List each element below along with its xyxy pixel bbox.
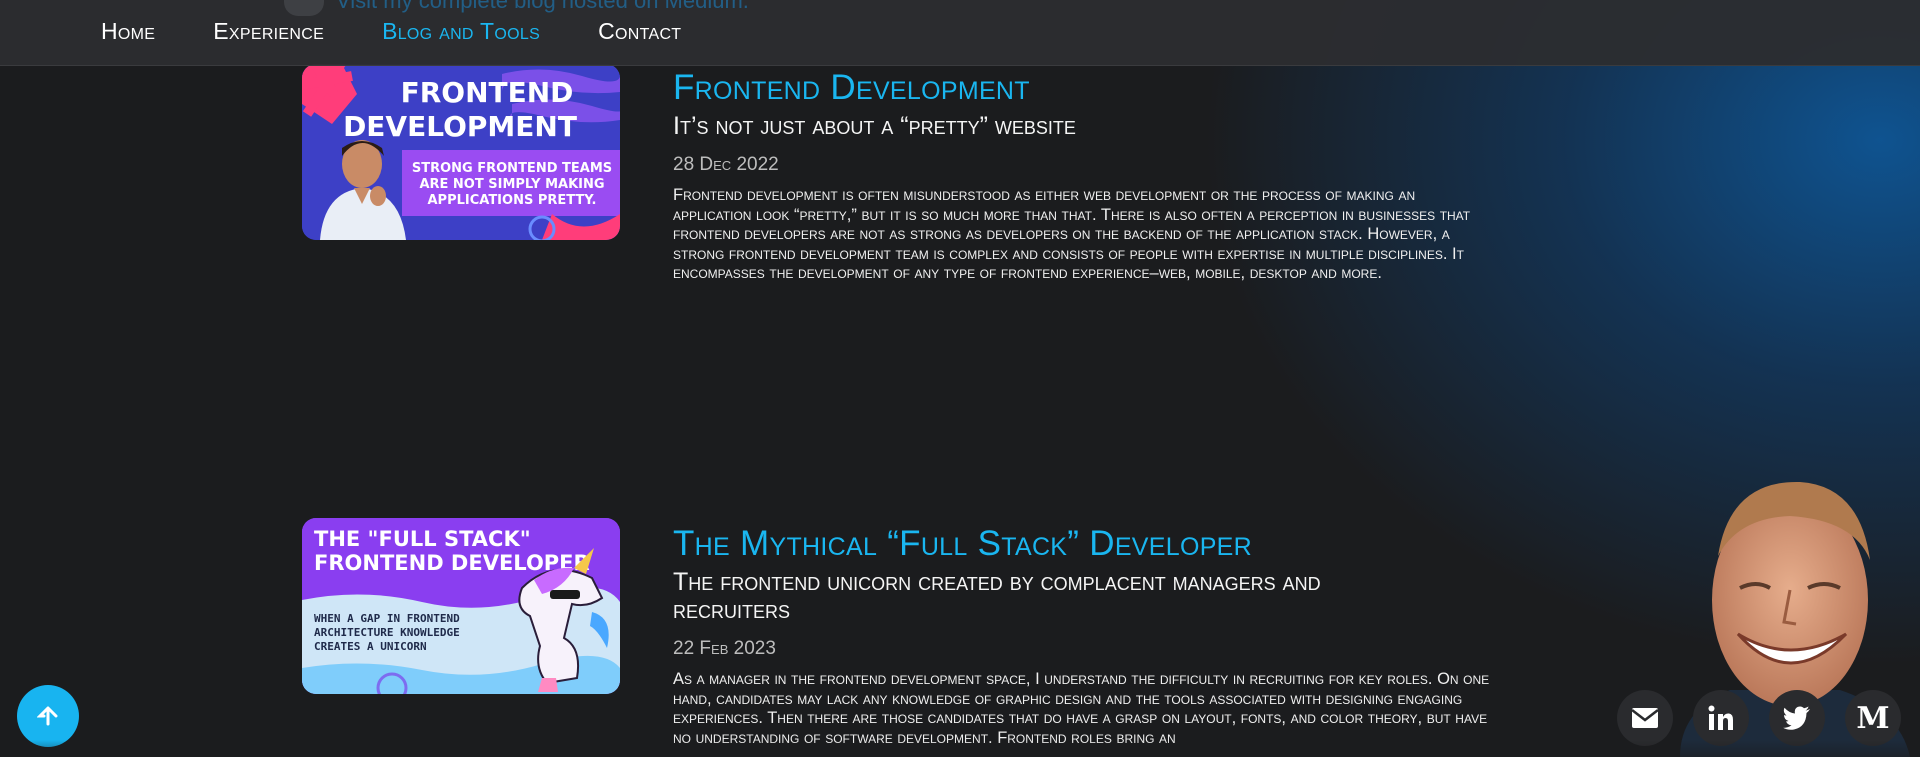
top-nav-bar: Visit my complete blog hosted on Medium.… xyxy=(0,0,1920,66)
post-excerpt: As a manager in the frontend development… xyxy=(673,670,1490,747)
post-thumbnail[interactable]: THE "FULL STACK" FRONTEND DEVELOPER WHEN… xyxy=(302,518,620,694)
twitter-icon xyxy=(1783,706,1810,730)
thumb-tag1: WHEN A GAP IN FRONTEND xyxy=(314,612,460,625)
page: Visit my complete blog hosted on Medium.… xyxy=(0,0,1920,757)
post-content: Frontend Development It’s not just about… xyxy=(673,68,1813,284)
nav-home[interactable]: Home xyxy=(101,18,155,45)
medium-link[interactable]: M xyxy=(1845,690,1901,746)
thumb-line2: DEVELOPMENT xyxy=(343,110,577,143)
thumb-tag3: CREATES A UNICORN xyxy=(314,640,427,653)
envelope-icon xyxy=(1631,708,1659,728)
post-title[interactable]: Frontend Development xyxy=(673,68,1813,108)
linkedin-link[interactable] xyxy=(1693,690,1749,746)
post-thumbnail[interactable]: FRONTEND DEVELOPMENT STRONG FRONTEND TEA… xyxy=(302,64,620,240)
main-nav: Home Experience Blog and Tools Contact xyxy=(101,18,681,45)
thumb-tag2: ARCHITECTURE KNOWLEDGE xyxy=(314,626,460,639)
post-subtitle: It’s not just about a “pretty” website xyxy=(673,112,1076,140)
nav-experience[interactable]: Experience xyxy=(213,18,324,45)
social-links: M xyxy=(1617,690,1901,746)
medium-icon: M xyxy=(1856,700,1890,736)
linkedin-icon xyxy=(1708,705,1733,730)
medium-icon xyxy=(284,0,324,16)
twitter-link[interactable] xyxy=(1769,690,1825,746)
thumb-tag3: APPLICATIONS PRETTY. xyxy=(427,193,596,208)
email-link[interactable] xyxy=(1617,690,1673,746)
thumb-line1: FRONTEND xyxy=(401,76,574,109)
medium-blog-link-label: Visit my complete blog hosted on Medium. xyxy=(336,0,749,13)
nav-blog-and-tools[interactable]: Blog and Tools xyxy=(382,18,540,45)
full-stack-thumbnail-image: THE "FULL STACK" FRONTEND DEVELOPER WHEN… xyxy=(302,518,620,694)
thumb-tag1: STRONG FRONTEND TEAMS xyxy=(412,161,612,176)
post-subtitle: The frontend unicorn created by complace… xyxy=(673,568,1321,624)
thumb-tag2: ARE NOT SIMPLY MAKING xyxy=(419,177,604,192)
bottom-fade xyxy=(0,740,1920,757)
frontend-thumbnail-image: FRONTEND DEVELOPMENT STRONG FRONTEND TEA… xyxy=(302,64,620,240)
post-date: 28 Dec 2022 xyxy=(673,154,779,175)
medium-blog-link[interactable]: Visit my complete blog hosted on Medium. xyxy=(284,0,749,16)
arrow-up-icon xyxy=(37,706,58,726)
back-to-top-button[interactable] xyxy=(17,685,79,747)
nav-contact[interactable]: Contact xyxy=(598,18,681,45)
thumb-line1: THE "FULL STACK" xyxy=(314,527,531,551)
post-excerpt: Frontend development is often misunderst… xyxy=(673,186,1471,282)
